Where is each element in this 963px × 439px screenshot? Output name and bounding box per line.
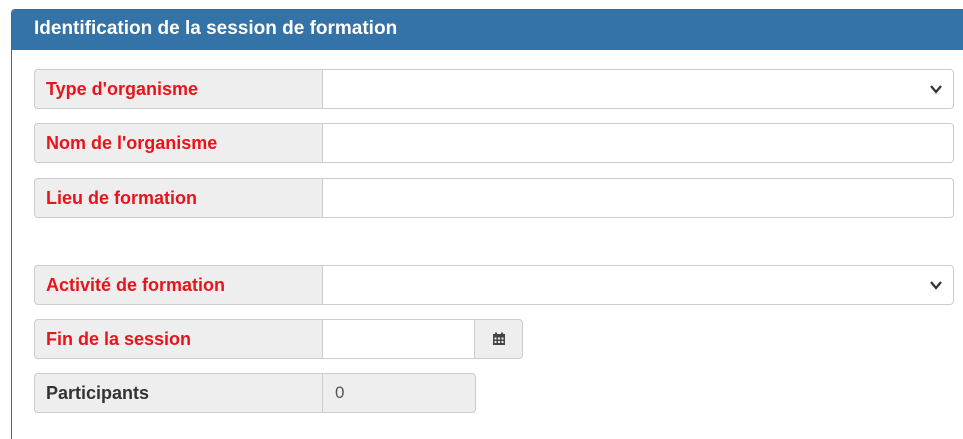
session-identification-panel: Identification de la session de formatio… xyxy=(11,9,963,439)
activite-formation-select[interactable] xyxy=(322,265,954,305)
type-organisme-label: Type d'organisme xyxy=(34,69,322,109)
chevron-down-icon xyxy=(930,281,942,290)
nom-organisme-input[interactable] xyxy=(322,123,954,163)
nom-organisme-label: Nom de l'organisme xyxy=(34,123,322,163)
panel-title: Identification de la session de formatio… xyxy=(12,10,963,50)
participants-row: Participants 0 xyxy=(34,373,476,413)
fin-session-date-input[interactable] xyxy=(322,319,474,359)
calendar-icon xyxy=(492,332,505,345)
chevron-down-icon xyxy=(930,85,942,94)
fin-session-row: Fin de la session xyxy=(34,319,523,359)
activite-formation-row: Activité de formation xyxy=(34,265,954,305)
lieu-formation-input[interactable] xyxy=(322,178,954,218)
participants-label: Participants xyxy=(34,373,322,413)
calendar-button[interactable] xyxy=(474,319,523,359)
fin-session-label: Fin de la session xyxy=(34,319,322,359)
lieu-formation-label: Lieu de formation xyxy=(34,178,322,218)
activite-formation-label: Activité de formation xyxy=(34,265,322,305)
type-organisme-row: Type d'organisme xyxy=(34,69,954,109)
lieu-formation-row: Lieu de formation xyxy=(34,178,954,218)
type-organisme-select[interactable] xyxy=(322,69,954,109)
nom-organisme-row: Nom de l'organisme xyxy=(34,123,954,163)
participants-value: 0 xyxy=(322,373,476,413)
